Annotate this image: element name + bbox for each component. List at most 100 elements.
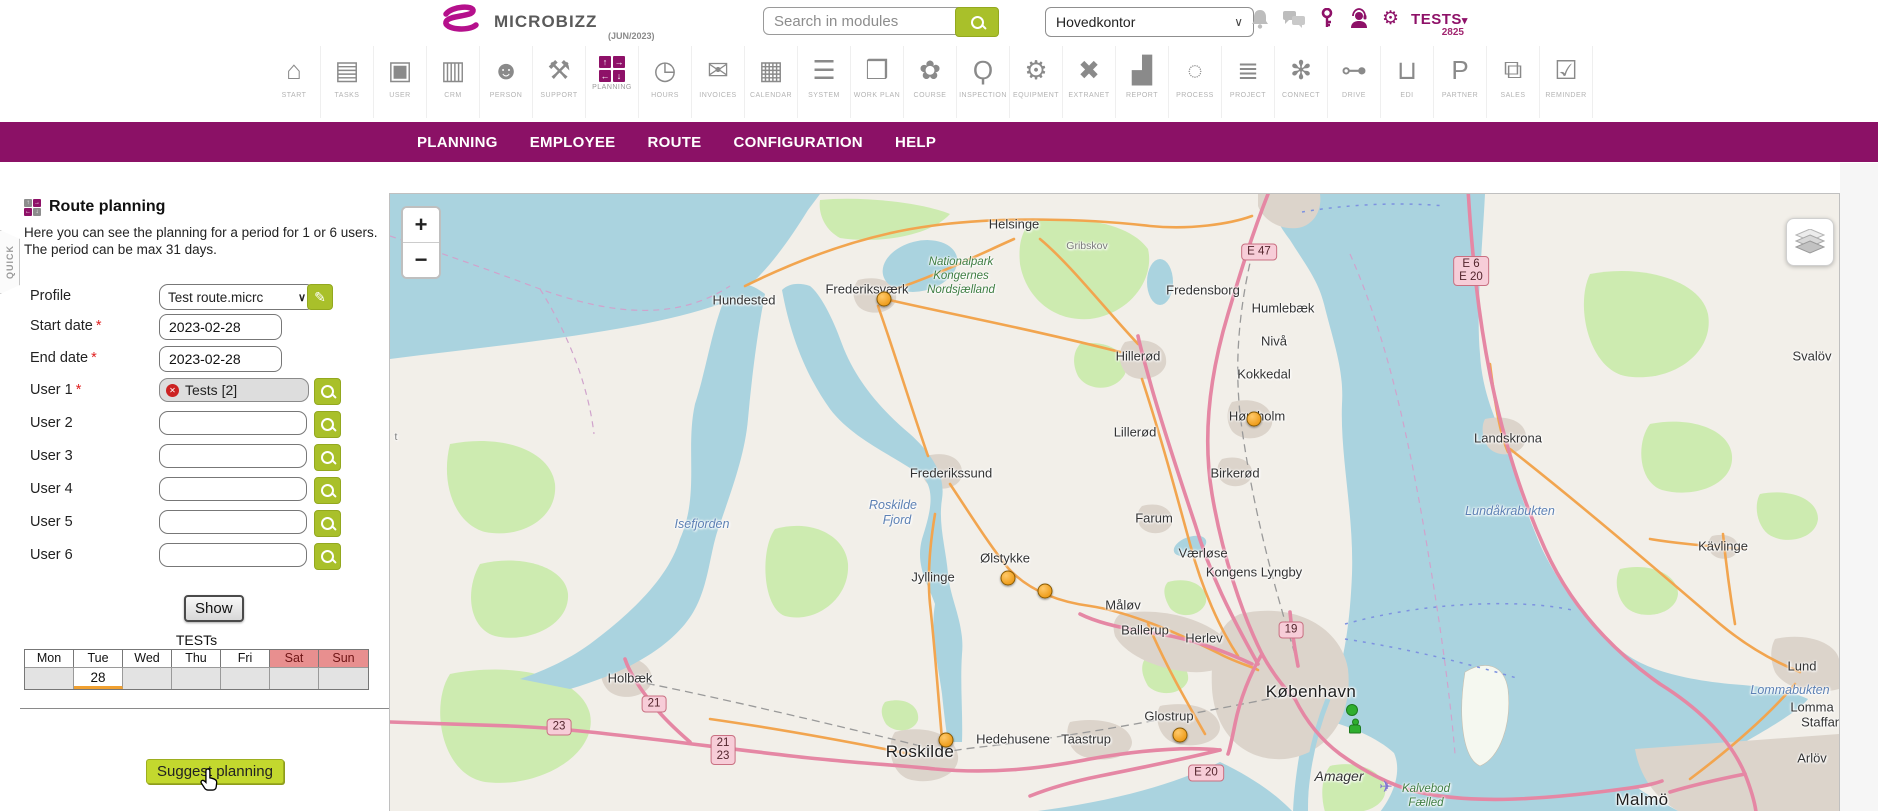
user-position-marker[interactable] [1348, 719, 1360, 732]
module-label: REMINDER [1545, 92, 1586, 99]
user-field[interactable] [159, 543, 307, 567]
module-item[interactable]: ≣ PROJECT [1222, 46, 1275, 118]
key-icon[interactable] [1318, 8, 1336, 30]
calendar-user-title: TESTs [24, 632, 369, 648]
messages-chat-icon[interactable] [1282, 9, 1306, 29]
route-stop-marker[interactable] [877, 292, 892, 307]
module-item[interactable]: ◌ PROCESS [1169, 46, 1222, 118]
calendar-day-cell[interactable]: 28 [74, 667, 123, 689]
module-item[interactable]: ▟ REPORT [1116, 46, 1169, 118]
quick-tab-label: QUICK [5, 245, 15, 279]
chevron-down-icon: ∨ [298, 291, 306, 304]
user-position-marker[interactable] [1346, 704, 1358, 716]
user-menu[interactable]: TESTS▾ [1411, 11, 1468, 28]
module-item[interactable]: ▥ CRM [427, 46, 480, 118]
notifications-bell-icon[interactable] [1250, 8, 1270, 30]
module-item[interactable]: ✿ COURSE [904, 46, 957, 118]
zoom-out-button[interactable]: − [403, 243, 439, 277]
module-item[interactable]: ✉ INVOICES [692, 46, 745, 118]
microbizz-logo-icon[interactable] [438, 4, 484, 43]
user-search-button[interactable] [314, 411, 341, 438]
calendar-day-cell[interactable] [270, 667, 319, 689]
module-item[interactable]: ⚙ EQUIPMENT [1010, 46, 1063, 118]
module-icon: ⌂ [286, 50, 302, 90]
module-item[interactable]: ☑ REMINDER [1540, 46, 1593, 118]
user-search-button[interactable] [314, 444, 341, 471]
user-field[interactable] [159, 444, 307, 468]
user-search-button[interactable] [314, 477, 341, 504]
calendar-day-cell[interactable] [319, 667, 368, 689]
module-item[interactable]: ◷ HOURS [639, 46, 692, 118]
support-agent-icon[interactable] [1348, 8, 1370, 30]
module-item[interactable]: ❒ WORK PLAN [851, 46, 904, 118]
module-item[interactable]: ✖ EXTRANET [1063, 46, 1116, 118]
user-field[interactable] [159, 477, 307, 501]
route-stop-marker[interactable] [1038, 584, 1053, 599]
menu-item[interactable]: PLANNING [417, 134, 498, 151]
module-item[interactable]: ✻ CONNECT [1275, 46, 1328, 118]
module-item[interactable]: P PARTNER [1434, 46, 1487, 118]
calendar-day-cell[interactable] [221, 667, 270, 689]
route-stop-marker[interactable] [1247, 412, 1262, 427]
module-icon: ✻ [1290, 50, 1312, 90]
module-item[interactable]: ⌂ START [268, 46, 321, 118]
module-icon: ▥ [441, 50, 466, 90]
module-item[interactable]: ⊶ DRIVE [1328, 46, 1381, 118]
module-item[interactable]: PLANNING [586, 46, 639, 118]
module-label: INVOICES [699, 92, 736, 99]
module-icon: ✉ [707, 50, 729, 90]
module-icon: ⚒ [547, 50, 570, 90]
route-stop-marker[interactable] [939, 733, 954, 748]
module-label: PROCESS [1176, 92, 1214, 99]
show-button[interactable]: Show [184, 595, 244, 622]
calendar-day-header: Mon [25, 650, 74, 667]
quick-tab[interactable]: QUICK [0, 230, 20, 294]
search-input[interactable] [763, 7, 967, 35]
profile-label: Profile [30, 288, 71, 304]
module-item[interactable]: ▤ TASKS [321, 46, 374, 118]
user-field[interactable]: Tests [2] [159, 378, 309, 402]
end-date-input[interactable] [159, 346, 282, 372]
module-icon: ☑ [1554, 50, 1577, 90]
calendar-day-cell[interactable] [172, 667, 221, 689]
module-icon: Ϙ [973, 50, 993, 90]
zoom-in-button[interactable]: + [403, 208, 439, 243]
module-item[interactable]: ☻ PERSON [480, 46, 533, 118]
module-item[interactable]: ☰ SYSTEM [798, 46, 851, 118]
user-menu-label: TESTS [1411, 11, 1462, 28]
start-date-input[interactable] [159, 314, 282, 340]
caret-down-icon: ▾ [1462, 15, 1468, 27]
module-item[interactable]: ⧉ SALES [1487, 46, 1540, 118]
menu-item[interactable]: ROUTE [647, 134, 701, 151]
settings-gear-icon[interactable]: ⚙ [1382, 9, 1399, 29]
calendar-day-cell[interactable] [123, 667, 172, 689]
user-search-button[interactable] [314, 378, 341, 405]
route-stop-marker[interactable] [1001, 571, 1016, 586]
module-item[interactable]: ⊔ EDI [1381, 46, 1434, 118]
calendar-day-cell[interactable] [25, 667, 74, 689]
week-calendar: MonTueWedThuFriSatSun 28 [24, 649, 369, 690]
module-item[interactable]: ▣ USER [374, 46, 427, 118]
department-select[interactable]: Hovedkontor ∨ [1045, 7, 1254, 37]
menu-item[interactable]: EMPLOYEE [530, 134, 616, 151]
search-button[interactable] [955, 7, 999, 37]
profile-select[interactable]: Test route.micrc ∨ [159, 284, 315, 310]
module-item[interactable]: ⚒ SUPPORT [533, 46, 586, 118]
map-layers-button[interactable] [1786, 218, 1834, 266]
menu-item[interactable]: CONFIGURATION [733, 134, 862, 151]
module-item[interactable]: Ϙ INSPECTION [957, 46, 1010, 118]
user-search-button[interactable] [314, 510, 341, 537]
route-stop-marker[interactable] [1173, 728, 1188, 743]
module-label: TASKS [335, 92, 360, 99]
user-field[interactable] [159, 411, 307, 435]
route-map[interactable]: HelsingeGribskovNationalparkKongernesNor… [389, 193, 1840, 811]
module-label: PROJECT [1230, 92, 1266, 99]
user-search-button[interactable] [314, 543, 341, 570]
user-field[interactable] [159, 510, 307, 534]
chevron-down-icon: ∨ [1234, 15, 1243, 29]
panel-divider [20, 708, 389, 709]
edit-profile-button[interactable]: ✎ [307, 284, 333, 310]
menu-item[interactable]: HELP [895, 134, 936, 151]
remove-user-icon[interactable] [166, 384, 179, 397]
module-item[interactable]: ▦ CALENDAR [745, 46, 798, 118]
